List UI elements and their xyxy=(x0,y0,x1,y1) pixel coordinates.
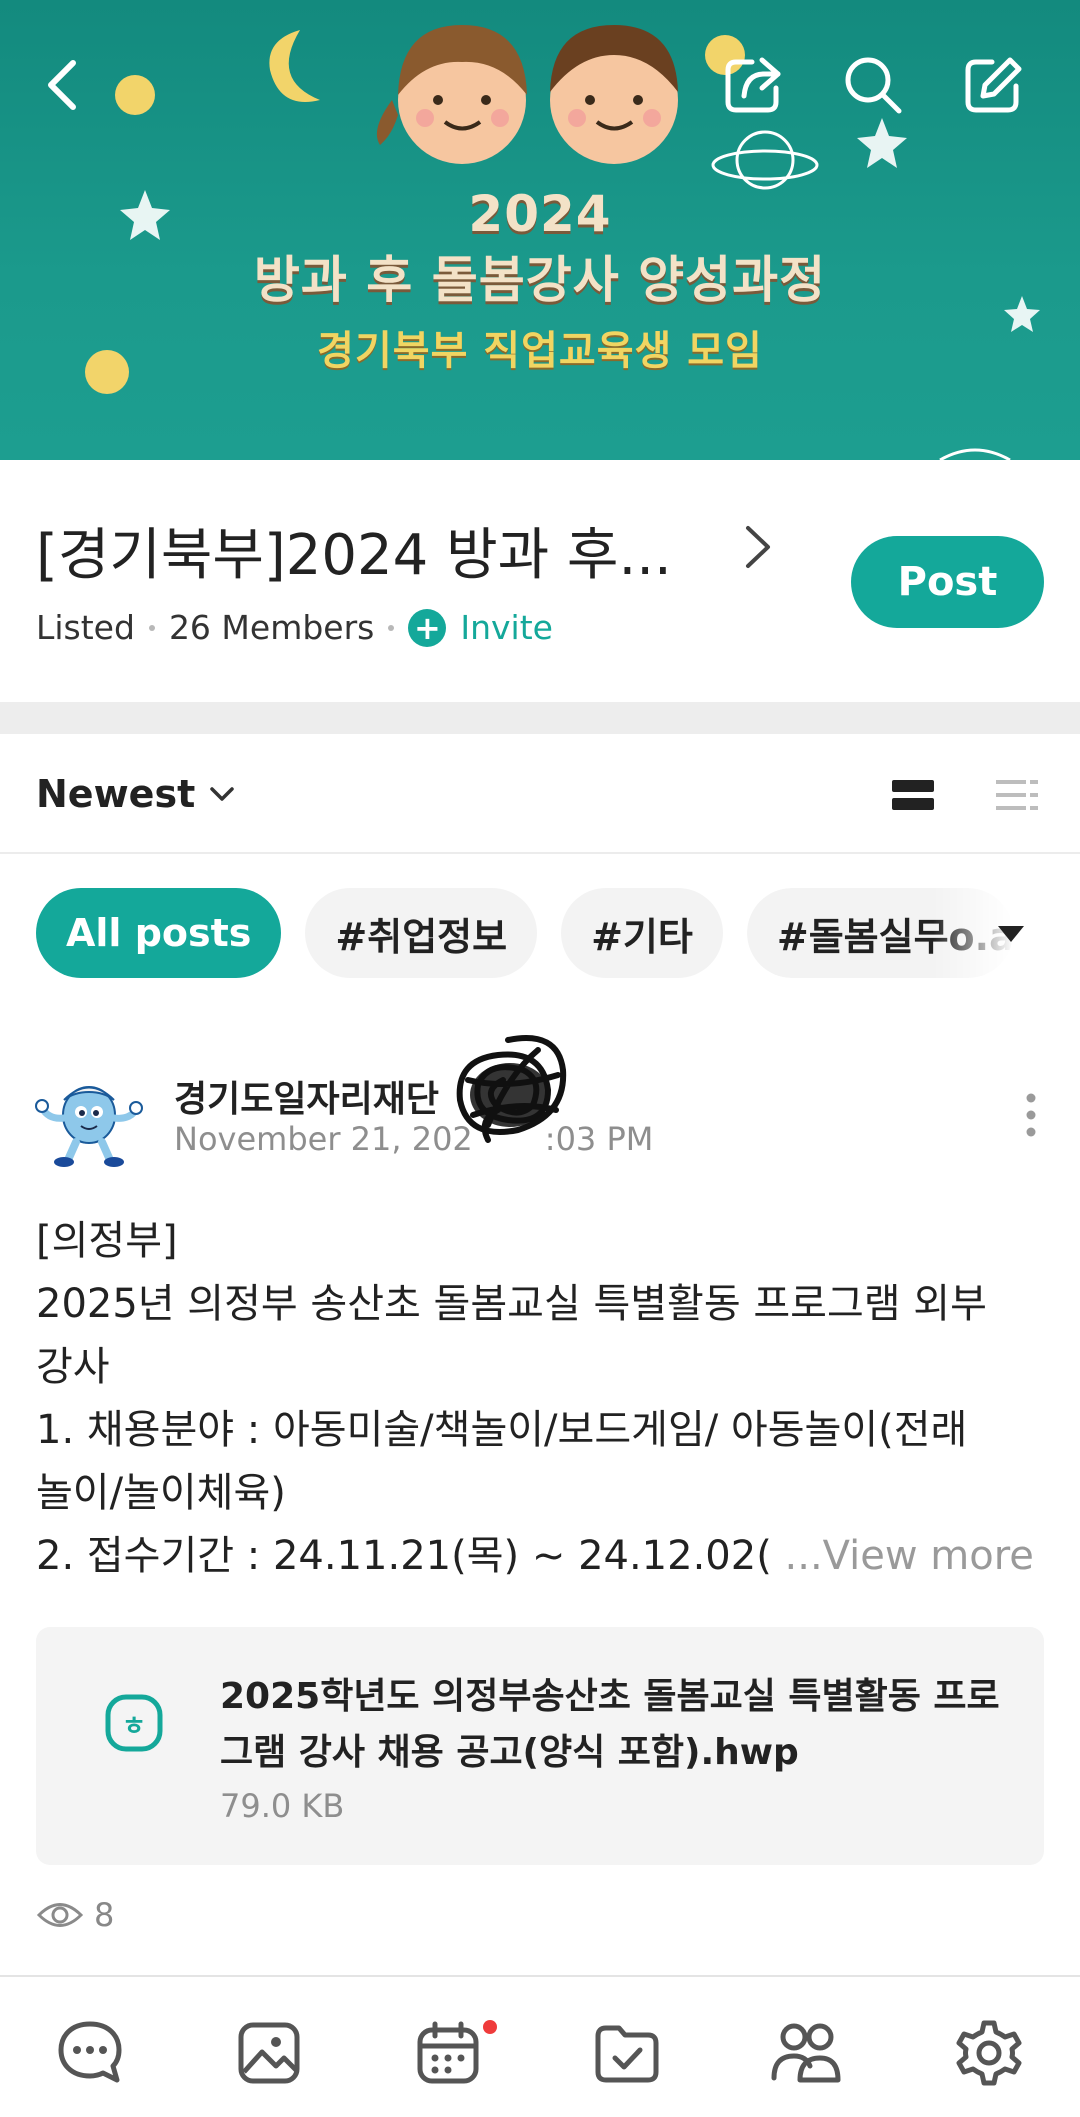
caret-down-icon[interactable] xyxy=(996,924,1026,944)
group-info-section: [경기북부]2024 방과 후... Listed 26 Members + I… xyxy=(0,460,1080,702)
post-body-line: 2025년 의정부 송산초 돌봄교실 특별활동 프로그램 외부 xyxy=(36,1281,987,1327)
post-body-line: 강사 xyxy=(36,1344,110,1390)
more-options-icon[interactable] xyxy=(1024,1092,1038,1138)
list-view-icon[interactable] xyxy=(994,778,1040,812)
banner-year: 2024 xyxy=(468,185,612,243)
filter-chip-care-practice[interactable]: #돌봄실무o.a xyxy=(746,888,1013,978)
nav-files[interactable] xyxy=(587,2013,667,2093)
search-button[interactable] xyxy=(838,50,908,120)
post-button[interactable]: Post xyxy=(851,536,1044,628)
post-body-line: 2. 접수기간 : 24.11.21(목) ~ 24.12.02( xyxy=(36,1533,785,1579)
view-more-link[interactable]: ...View more xyxy=(785,1533,1034,1579)
hwp-file-icon: ㅎ xyxy=(105,1694,163,1752)
sort-bar: Newest xyxy=(0,734,1080,854)
plus-icon: + xyxy=(408,608,447,647)
group-name[interactable]: [경기북부]2024 방과 후... xyxy=(36,510,676,591)
invite-label: Invite xyxy=(460,608,553,647)
share-button[interactable] xyxy=(718,50,788,120)
file-attachment[interactable]: ㅎ 2025학년도 의정부송산초 돌봄교실 특별활동 프로그램 강사 채용 공고… xyxy=(36,1627,1044,1865)
sort-label: Newest xyxy=(36,772,196,816)
sort-dropdown[interactable]: Newest xyxy=(36,772,239,816)
chevron-right-icon[interactable] xyxy=(738,522,778,572)
notification-dot xyxy=(483,2020,497,2034)
invite-button[interactable]: + Invite xyxy=(408,608,553,647)
nav-chat[interactable] xyxy=(50,2013,130,2093)
photo-icon xyxy=(238,2022,300,2084)
filter-chip-etc[interactable]: #기타 xyxy=(561,888,723,978)
group-meta: Listed 26 Members + Invite xyxy=(36,608,553,647)
banner-title: 방과 후 돌봄강사 양성과정 xyxy=(253,251,827,309)
members-icon xyxy=(771,2023,841,2083)
view-count: 8 xyxy=(36,1896,114,1934)
eye-icon xyxy=(36,1903,84,1927)
section-divider xyxy=(0,702,1080,734)
filter-chip-all-posts[interactable]: All posts xyxy=(36,888,282,978)
back-button[interactable] xyxy=(28,50,98,120)
post-body-line: 1. 채용분야 : 아동미술/책놀이/보드게임/ 아동놀이(전래 xyxy=(36,1407,968,1453)
group-cover-banner: 2024 방과 후 돌봄강사 양성과정 경기북부 직업교육생 모임 xyxy=(0,0,1080,460)
share-icon xyxy=(725,57,781,113)
calendar-icon xyxy=(417,2021,479,2084)
post-body-line: [의정부] xyxy=(36,1218,178,1264)
chevron-down-icon xyxy=(210,787,234,801)
post-date: November 21, 202:03 PM xyxy=(174,1120,653,1158)
post-body[interactable]: [의정부] 2025년 의정부 송산초 돌봄교실 특별활동 프로그램 외부 강사… xyxy=(36,1210,1046,1588)
group-member-count[interactable]: 26 Members xyxy=(169,608,374,647)
folder-icon xyxy=(595,2025,659,2083)
view-count-value: 8 xyxy=(94,1896,115,1934)
post-author[interactable]: 경기도일자리재단 xyxy=(174,1070,439,1122)
post-body-last-line: 2. 접수기간 : 24.11.21(목) ~ 24.12.02( ...Vie… xyxy=(36,1525,1046,1588)
search-icon xyxy=(845,57,902,114)
nav-members[interactable] xyxy=(766,2013,846,2093)
nav-photos[interactable] xyxy=(229,2013,309,2093)
chat-icon xyxy=(58,2021,122,2083)
post-date-text: November 21, 202 xyxy=(174,1120,473,1158)
edit-button[interactable] xyxy=(958,50,1028,120)
settings-icon xyxy=(956,2020,1022,2086)
avatar[interactable] xyxy=(34,1070,144,1170)
nav-calendar[interactable] xyxy=(408,2013,488,2093)
redaction-scribble xyxy=(456,1035,567,1143)
meta-separator xyxy=(388,624,395,631)
edit-icon xyxy=(965,57,1022,113)
svg-text:ㅎ: ㅎ xyxy=(122,1712,146,1742)
filter-chip-job-info[interactable]: #취업정보 xyxy=(305,888,538,978)
nav-settings[interactable] xyxy=(949,2013,1029,2093)
banner-subtitle: 경기북부 직업교육생 모임 xyxy=(317,328,763,374)
filter-chips: All posts #취업정보 #기타 #돌봄실무o.a xyxy=(36,888,1046,978)
attachment-file-size: 79.0 KB xyxy=(220,1787,345,1825)
back-icon xyxy=(48,60,76,110)
attachment-file-name: 2025학년도 의정부송산초 돌봄교실 특별활동 프로그램 강사 채용 공고(양… xyxy=(220,1676,1000,1773)
group-visibility: Listed xyxy=(36,608,135,647)
bottom-navigation xyxy=(0,1975,1080,2117)
card-view-icon[interactable] xyxy=(890,778,936,812)
post-body-line: 놀이/놀이체육) xyxy=(36,1470,286,1516)
meta-separator xyxy=(148,624,155,631)
